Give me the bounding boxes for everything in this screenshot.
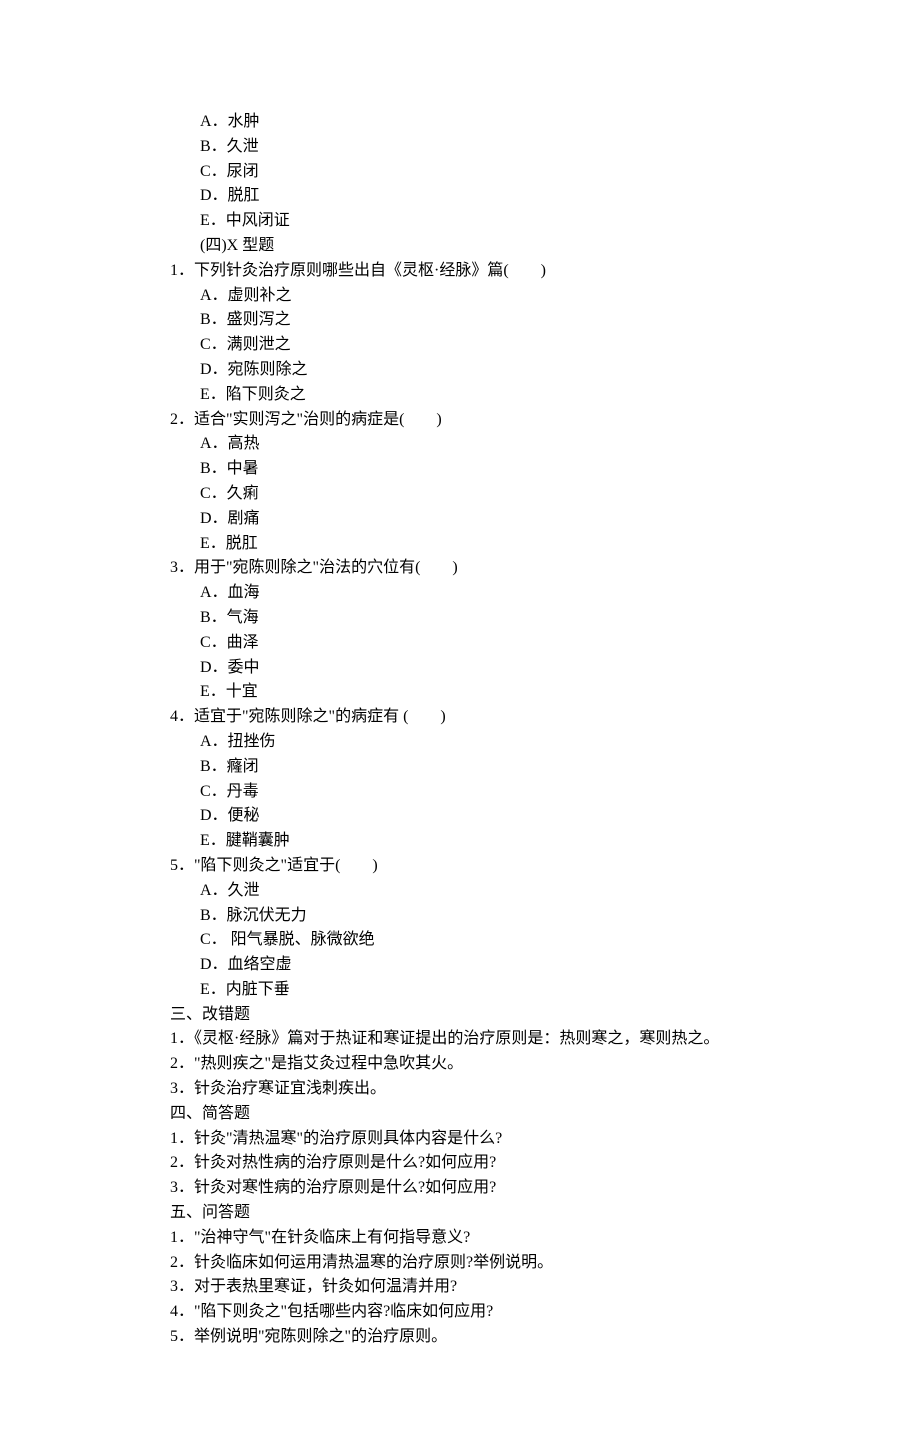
answer-option: B．中暑 (150, 457, 770, 482)
answer-option: B．癃闭 (150, 755, 770, 780)
essay-item: 3．对于表热里寒证，针灸如何温清并用? (150, 1275, 770, 1300)
answer-option: E．内脏下垂 (150, 978, 770, 1003)
answer-option: B．脉沉伏无力 (150, 904, 770, 929)
section-heading: 四、简答题 (150, 1102, 770, 1127)
answer-option: D．剧痛 (150, 507, 770, 532)
question-stem: 4．适宜于"宛陈则除之"的病症有 ( ) (150, 705, 770, 730)
document-page: A．水肿 B．久泄 C．尿闭 D．脱肛 E．中风闭证 (四)X 型题 1．下列针… (0, 0, 920, 1450)
answer-option: A．虚则补之 (150, 284, 770, 309)
answer-option: D．宛陈则除之 (150, 358, 770, 383)
answer-option: A．扭挫伤 (150, 730, 770, 755)
answer-option: C．久痢 (150, 482, 770, 507)
answer-option: C． 阳气暴脱、脉微欲绝 (150, 928, 770, 953)
answer-option: A．久泄 (150, 879, 770, 904)
answer-option: E．陷下则灸之 (150, 383, 770, 408)
essay-item: 5．举例说明"宛陈则除之"的治疗原则。 (150, 1325, 770, 1350)
section-heading: 五、问答题 (150, 1201, 770, 1226)
answer-option: B．盛则泻之 (150, 308, 770, 333)
answer-option: C．尿闭 (150, 160, 770, 185)
section-heading: 三、改错题 (150, 1003, 770, 1028)
answer-option: E．脱肛 (150, 532, 770, 557)
question-stem: 1．下列针灸治疗原则哪些出自《灵枢·经脉》篇( ) (150, 259, 770, 284)
essay-item: 1．"治神守气"在针灸临床上有何指导意义? (150, 1226, 770, 1251)
answer-option: E．腱鞘囊肿 (150, 829, 770, 854)
answer-option: C．丹毒 (150, 780, 770, 805)
answer-option: A．血海 (150, 581, 770, 606)
short-answer-item: 2．针灸对热性病的治疗原则是什么?如何应用? (150, 1151, 770, 1176)
answer-option: D．血络空虚 (150, 953, 770, 978)
answer-option: D．委中 (150, 656, 770, 681)
question-stem: 2．适合"实则泻之"治则的病症是( ) (150, 408, 770, 433)
correction-item: 2．"热则疾之"是指艾灸过程中急吹其火。 (150, 1052, 770, 1077)
answer-option: D．脱肛 (150, 184, 770, 209)
question-stem: 3．用于"宛陈则除之"治法的穴位有( ) (150, 556, 770, 581)
answer-option: E．中风闭证 (150, 209, 770, 234)
answer-option: C．曲泽 (150, 631, 770, 656)
answer-option: A．高热 (150, 432, 770, 457)
essay-item: 2．针灸临床如何运用清热温寒的治疗原则?举例说明。 (150, 1251, 770, 1276)
answer-option: C．满则泄之 (150, 333, 770, 358)
correction-item: 1．《灵枢·经脉》篇对于热证和寒证提出的治疗原则是：热则寒之，寒则热之。 (150, 1027, 770, 1052)
answer-option: B．久泄 (150, 135, 770, 160)
sub-section-heading: (四)X 型题 (150, 234, 770, 259)
answer-option: B．气海 (150, 606, 770, 631)
answer-option: D．便秘 (150, 804, 770, 829)
essay-item: 4．"陷下则灸之"包括哪些内容?临床如何应用? (150, 1300, 770, 1325)
question-stem: 5．"陷下则灸之"适宜于( ) (150, 854, 770, 879)
answer-option: A．水肿 (150, 110, 770, 135)
short-answer-item: 3．针灸对寒性病的治疗原则是什么?如何应用? (150, 1176, 770, 1201)
short-answer-item: 1．针灸"清热温寒"的治疗原则具体内容是什么? (150, 1127, 770, 1152)
answer-option: E．十宜 (150, 680, 770, 705)
correction-item: 3．针灸治疗寒证宜浅刺疾出。 (150, 1077, 770, 1102)
